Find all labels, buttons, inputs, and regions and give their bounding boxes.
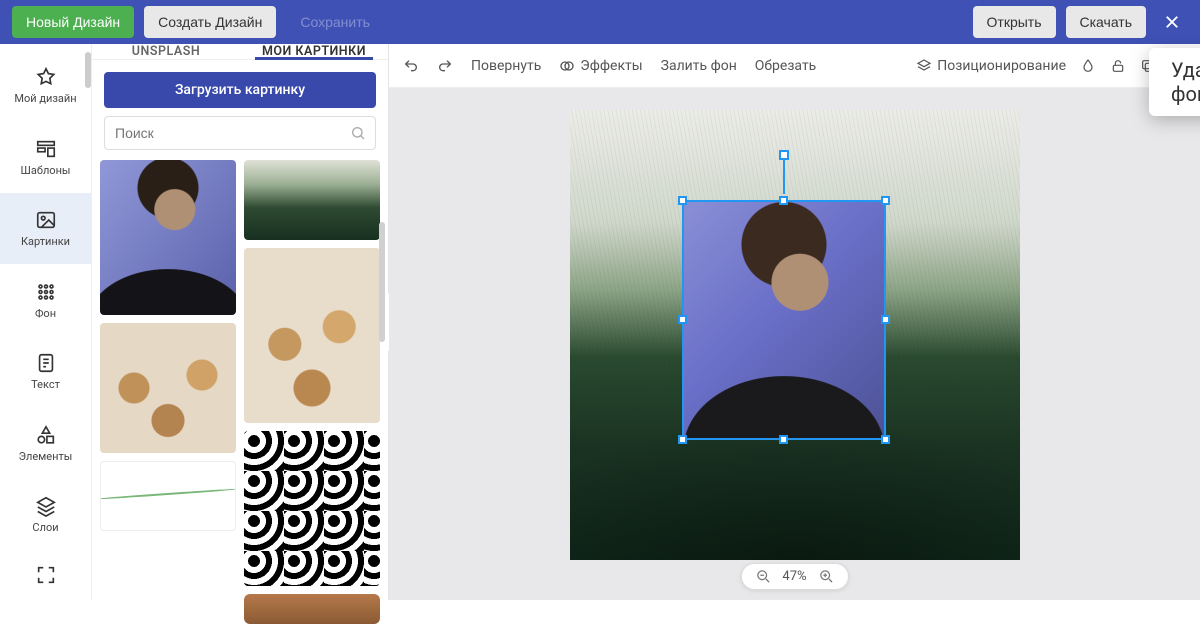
rail-images[interactable]: Картинки [0,193,91,264]
canvas-area: Повернуть Эффекты Залить фон Обрезать По… [389,44,1200,600]
templates-icon [35,138,57,160]
rotation-stem [783,156,785,194]
thumbnail[interactable] [100,323,236,453]
resize-handle-se[interactable] [881,435,890,444]
tab-unsplash[interactable]: UNSPLASH [92,44,240,59]
redo-button[interactable] [437,58,453,74]
zoom-control: 47% [740,563,848,590]
positioning-tool[interactable]: Позиционирование [916,58,1066,74]
create-design-button[interactable]: Создать Дизайн [144,6,276,38]
image-gallery [100,160,380,624]
effects-icon [559,58,575,74]
zoom-in-icon[interactable] [819,569,834,584]
rail-elements[interactable]: Элементы [0,407,91,478]
undo-icon [403,58,419,74]
rail-layers[interactable]: Слои [0,479,91,550]
nav-rail: Мой дизайн Шаблоны Картинки Фон Текст Эл… [0,44,92,600]
search-input[interactable] [104,116,376,150]
download-button[interactable]: Скачать [1066,6,1147,38]
artboard[interactable] [570,110,1020,560]
layers-icon [916,58,932,74]
rail-label: Мой дизайн [14,92,76,105]
resize-handle-sw[interactable] [678,435,687,444]
expand-icon [35,564,57,586]
thumbnail[interactable] [244,594,380,624]
rail-text[interactable]: Текст [0,336,91,407]
rail-label: Элементы [19,450,73,463]
top-bar: Новый Дизайн Создать Дизайн Сохранить От… [0,0,1200,44]
shapes-icon [35,424,57,446]
resize-handle-s[interactable] [779,435,788,444]
rail-label: Фон [35,307,56,320]
star-icon [35,66,57,88]
zoom-out-icon[interactable] [755,569,770,584]
rail-label: Картинки [21,235,70,248]
redo-icon [437,58,453,74]
text-icon [35,352,57,374]
selected-element[interactable] [682,200,886,440]
thumbnail[interactable] [244,431,380,586]
open-button[interactable]: Открыть [973,6,1056,38]
rail-fullscreen[interactable] [0,550,91,600]
stage[interactable]: 47% [389,88,1200,600]
side-panel: UNSPLASH МОИ КАРТИНКИ Загрузить картинку [92,44,389,600]
context-toolbar: Повернуть Эффекты Залить фон Обрезать По… [389,44,1200,88]
thumbnail[interactable] [244,248,380,423]
save-button: Сохранить [286,6,384,38]
thumbnail[interactable] [100,160,236,315]
rail-my-design[interactable]: Мой дизайн [0,50,91,121]
rotate-tool[interactable]: Повернуть [471,58,541,74]
tool-label: Эффекты [580,58,642,74]
thumbnail[interactable] [244,160,380,240]
tool-label: Позиционирование [937,58,1066,74]
grid-icon [35,281,57,303]
resize-handle-ne[interactable] [881,196,890,205]
resize-handle-nw[interactable] [678,196,687,205]
rail-label: Слои [32,521,58,534]
zoom-value: 47% [782,569,806,584]
rail-label: Текст [31,378,60,391]
rail-background[interactable]: Фон [0,264,91,335]
rotation-handle[interactable] [779,150,789,160]
rail-label: Шаблоны [21,164,71,177]
opacity-icon[interactable] [1080,58,1096,74]
resize-handle-e[interactable] [881,315,890,324]
fill-bg-tool[interactable]: Залить фон [661,58,737,74]
effects-tool[interactable]: Эффекты [559,58,642,74]
close-icon[interactable] [1156,6,1188,38]
thumbnail[interactable] [100,461,236,531]
rail-templates[interactable]: Шаблоны [0,121,91,192]
crop-tool[interactable]: Обрезать [755,58,817,74]
panel-scrollbar[interactable] [378,102,386,594]
tab-my-images[interactable]: МОИ КАРТИНКИ [240,44,388,59]
remove-bg-popover[interactable]: Удалить фон [1149,48,1200,116]
resize-handle-n[interactable] [779,196,788,205]
image-icon [35,209,57,231]
search-icon [350,125,366,141]
undo-button[interactable] [403,58,419,74]
new-design-button[interactable]: Новый Дизайн [12,6,134,38]
resize-handle-w[interactable] [678,315,687,324]
layers-icon [35,495,57,517]
upload-image-button[interactable]: Загрузить картинку [104,72,376,108]
selected-image[interactable] [682,200,886,440]
unlock-icon[interactable] [1110,58,1126,74]
